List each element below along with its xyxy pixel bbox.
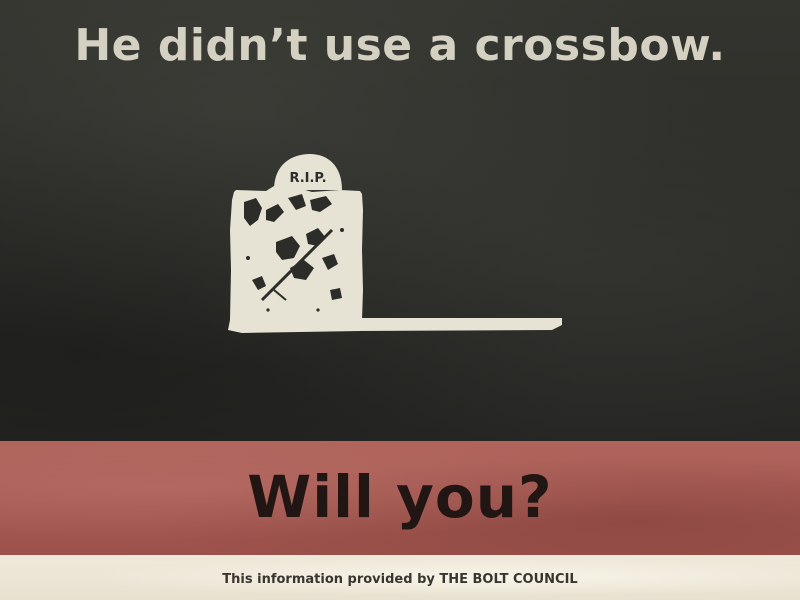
banner: Will you? [0,441,800,555]
banner-text: Will you? [247,463,553,531]
tombstone-graphic: R.I.P. [222,150,562,340]
tombstone-inscription: R.I.P. [289,171,326,186]
footer: This information provided by THE BOLT CO… [0,555,800,600]
headline: He didn’t use a crossbow. [74,20,726,71]
footer-credit: This information provided by THE BOLT CO… [222,572,578,587]
